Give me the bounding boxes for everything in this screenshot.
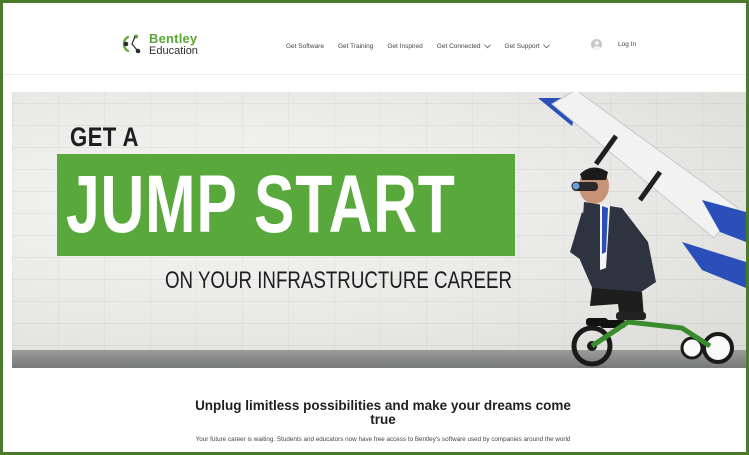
nav-get-training[interactable]: Get Training	[338, 43, 373, 50]
tagline: Unplug limitless possibilities and make …	[195, 398, 571, 427]
page-frame: Bentley Education Get Software Get Train…	[0, 0, 749, 455]
nav-label: Get Inspired	[387, 43, 423, 50]
login-link[interactable]: Log In	[618, 41, 636, 48]
hero-banner: GET A JUMP START ON YOUR INFRASTRUCTURE …	[12, 92, 746, 368]
hero-line-1: GET A	[70, 122, 139, 152]
user-area: Log In	[591, 39, 636, 50]
site-header: Bentley Education Get Software Get Train…	[3, 3, 746, 75]
nav-get-inspired[interactable]: Get Inspired	[387, 43, 422, 50]
nav-get-connected[interactable]: Get Connected	[437, 43, 491, 50]
chevron-down-icon	[483, 44, 491, 49]
description: Your future career is waiting. Students …	[195, 436, 571, 443]
main-nav: Get Software Get Training Get Inspired G…	[286, 43, 564, 50]
bentley-logo[interactable]: Bentley Education	[121, 29, 198, 59]
nav-label: Get Support	[504, 43, 540, 50]
brand-name: Bentley	[149, 30, 198, 46]
nav-get-software[interactable]: Get Software	[286, 43, 324, 50]
nav-label: Get Training	[337, 43, 374, 50]
bentley-logo-icon	[122, 34, 141, 54]
hero-line-3: ON YOUR INFRASTRUCTURE CAREER	[165, 267, 513, 294]
nav-label: Get Software	[286, 43, 324, 50]
brand-product: Education	[149, 44, 198, 57]
nav-label: Get Connected	[436, 43, 481, 50]
hero-line-2: JUMP START	[66, 159, 456, 250]
chevron-down-icon	[542, 44, 550, 49]
user-icon[interactable]	[591, 39, 602, 50]
nav-get-support[interactable]: Get Support	[505, 43, 550, 50]
hero-rocket-man-illustration	[538, 92, 746, 367]
